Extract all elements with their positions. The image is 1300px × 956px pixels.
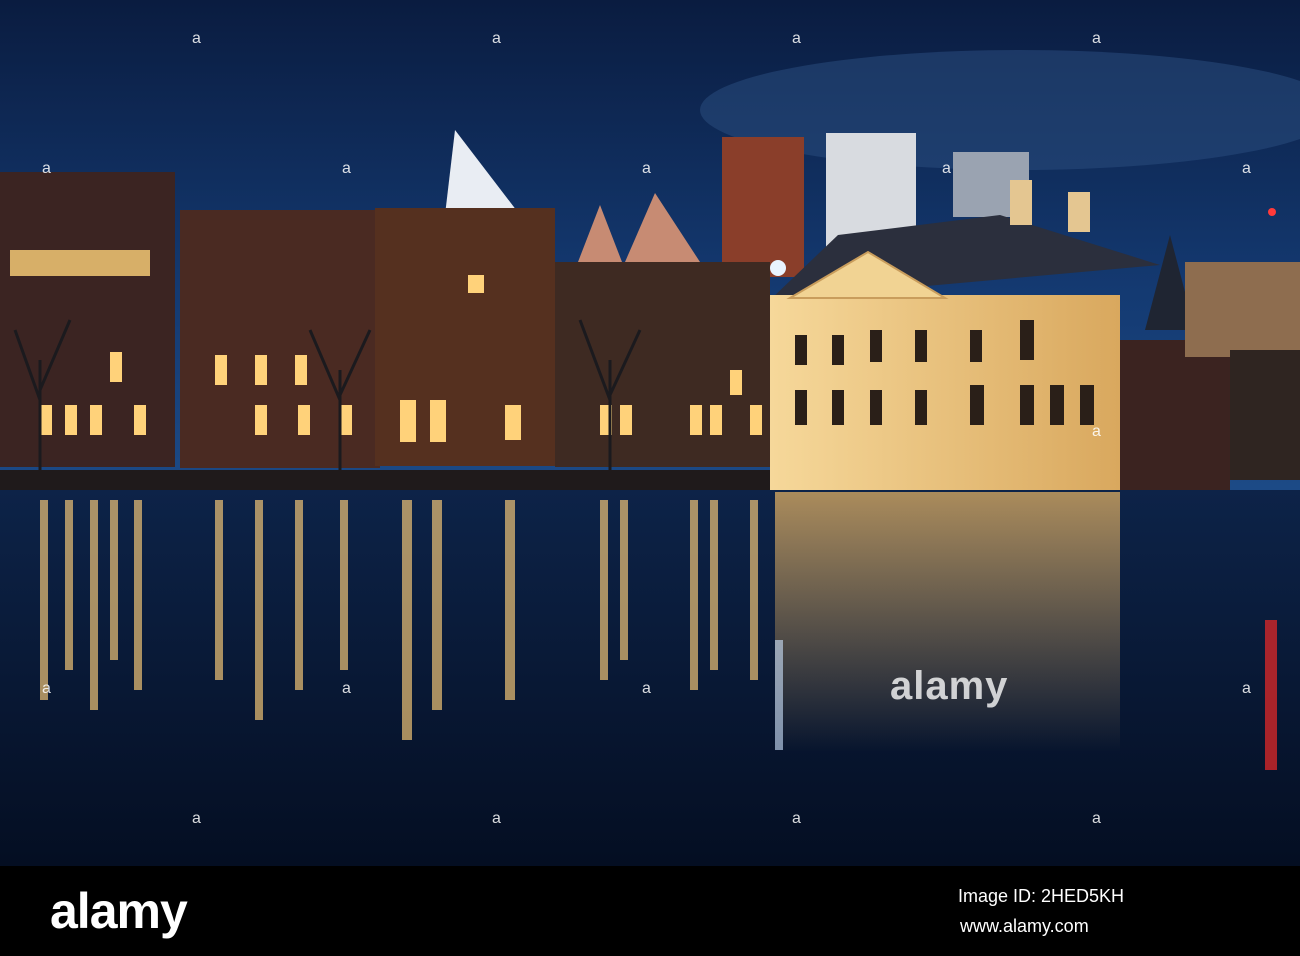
center-watermark: alamy	[890, 664, 1009, 708]
watermark-mark: a	[492, 30, 501, 47]
watermark-mark: a	[192, 810, 201, 827]
torentje	[1120, 340, 1230, 490]
left-building	[0, 172, 175, 467]
watermark-mark: a	[642, 680, 651, 697]
watermark-mark: a	[942, 160, 951, 177]
watermark-mark: a	[1092, 30, 1101, 47]
footer-bar	[0, 866, 1300, 956]
watermark-mark: a	[792, 30, 801, 47]
watermark-mark: a	[1092, 423, 1101, 440]
mauritshuis-facade	[770, 295, 1120, 493]
lamp-reflection	[775, 640, 783, 750]
watermark-mark: a	[342, 680, 351, 697]
watermark-mark: a	[792, 810, 801, 827]
long-building	[555, 262, 770, 467]
night-city-photo: a a a a a a a a a a a a a a a a a a alam…	[0, 0, 1300, 866]
image-id: Image ID: 2HED5KH	[958, 886, 1125, 906]
watermark-mark: a	[42, 160, 51, 177]
watermark-mark: a	[42, 680, 51, 697]
watermark-mark: a	[1242, 680, 1251, 697]
watermark-mark: a	[342, 160, 351, 177]
photo-scene	[0, 0, 1300, 866]
brick-tower	[722, 137, 804, 277]
site-url-link[interactable]: www.alamy.com	[960, 915, 1089, 937]
alamy-logo[interactable]: alamy	[50, 881, 188, 941]
chimney	[1068, 192, 1090, 232]
right-building	[1185, 262, 1300, 357]
watermark-mark: a	[192, 30, 201, 47]
watermark-mark: a	[1092, 810, 1101, 827]
museum-reflection	[775, 492, 1120, 752]
quay-wall	[0, 470, 770, 492]
red-light	[1268, 208, 1276, 216]
right-building-lower	[1230, 350, 1300, 480]
bright-lamp	[770, 260, 786, 276]
watermark-mark: a	[642, 160, 651, 177]
red-reflection	[1265, 620, 1277, 770]
watermark-mark: a	[1242, 160, 1251, 177]
chimney	[1010, 180, 1032, 225]
watermark-mark: a	[492, 810, 501, 827]
